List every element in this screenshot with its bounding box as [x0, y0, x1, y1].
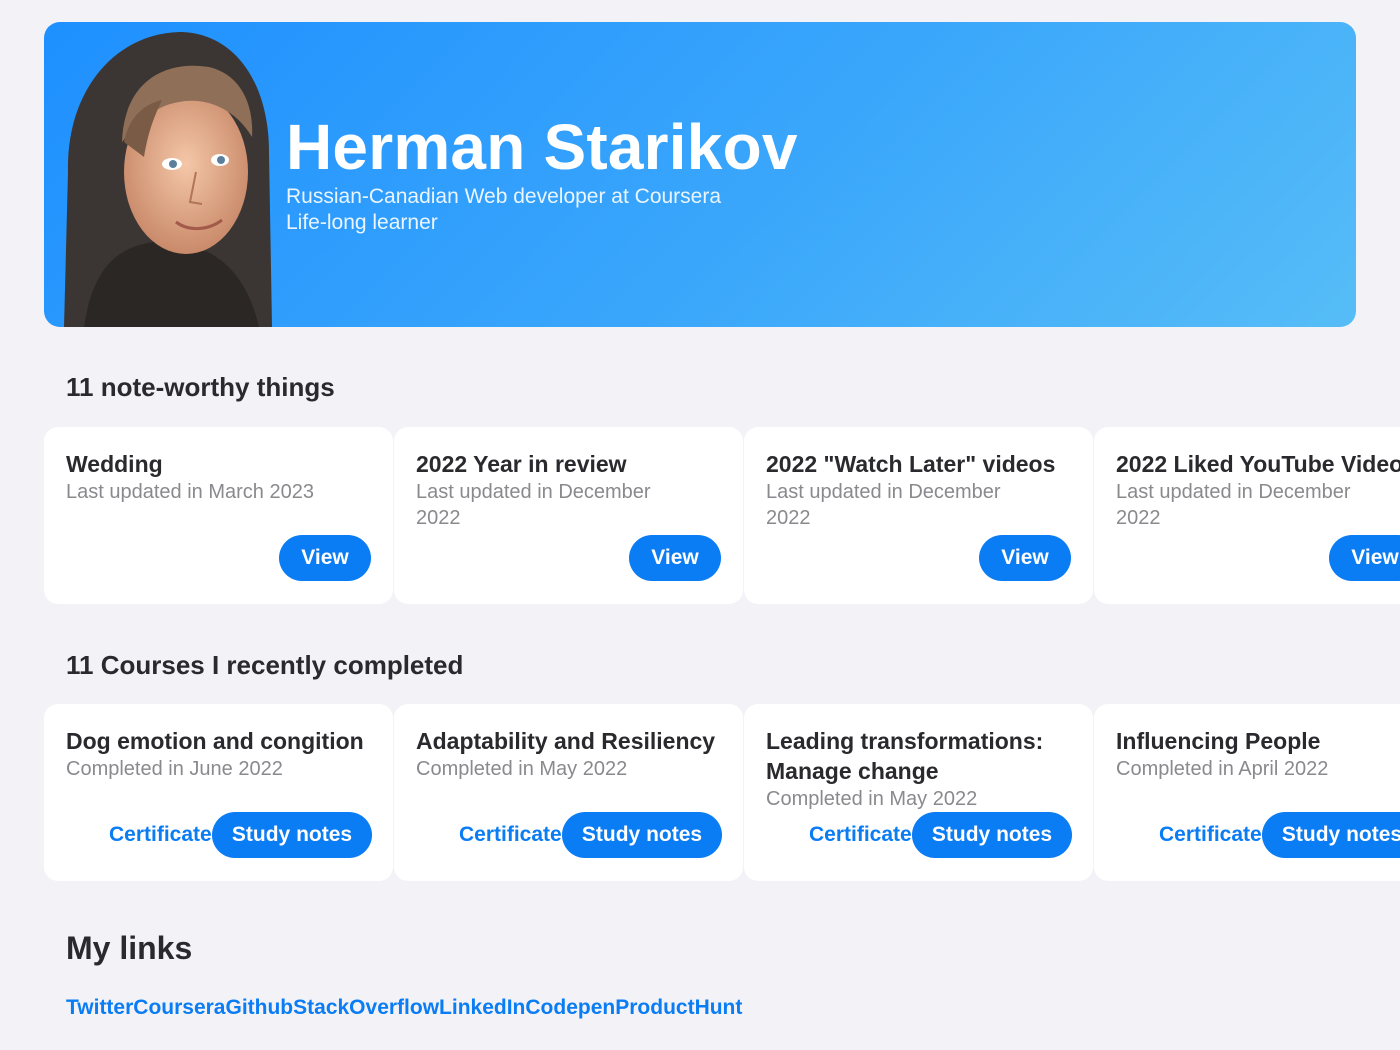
courses-heading: 11 Courses I recently completed	[66, 650, 464, 680]
view-button[interactable]: View	[1329, 535, 1400, 581]
study-notes-button[interactable]: Study notes	[562, 812, 722, 858]
link-linkedin[interactable]: LinkedIn	[439, 996, 525, 1019]
courses-carousel[interactable]: Dog emotion and congition Completed in J…	[44, 704, 1400, 882]
noteworthy-card: 2022 Liked YouTube Videos Last updated i…	[1094, 427, 1400, 604]
card-updated: Last updated in December 2022	[766, 481, 1001, 529]
card-updated: Last updated in December 2022	[416, 481, 651, 529]
view-button[interactable]: View	[979, 535, 1071, 581]
view-button[interactable]: View	[629, 535, 721, 581]
profile-name: Herman Starikov	[286, 111, 798, 183]
course-card: Adaptability and Resiliency Completed in…	[394, 704, 743, 881]
link-stackoverflow[interactable]: StackOverflow	[293, 996, 439, 1019]
view-button[interactable]: View	[279, 535, 371, 581]
profile-subtitle: Life-long learner	[286, 211, 438, 234]
links-heading: My links	[66, 930, 193, 966]
course-card: Dog emotion and congition Completed in J…	[44, 704, 393, 881]
noteworthy-carousel[interactable]: Wedding Last updated in March 2023 View …	[44, 427, 1400, 605]
course-title: Adaptability and Resiliency	[416, 728, 716, 754]
course-completed: Completed in May 2022	[766, 788, 978, 810]
certificate-link[interactable]: Certificate	[1159, 812, 1262, 858]
avatar-photo	[64, 32, 272, 327]
link-codepen[interactable]: Codepen	[525, 996, 615, 1019]
course-title: Leading transformations: Manage change	[766, 728, 1044, 784]
certificate-link[interactable]: Certificate	[809, 812, 912, 858]
course-completed: Completed in May 2022	[416, 758, 628, 780]
course-completed: Completed in June 2022	[66, 758, 283, 780]
course-completed: Completed in April 2022	[1116, 758, 1329, 780]
profile-header: Herman Starikov Russian-Canadian Web dev…	[44, 22, 1356, 327]
card-title: 2022 Year in review	[416, 451, 627, 477]
course-card: Leading transformations: Manage change C…	[744, 704, 1093, 881]
profile-info: Herman Starikov Russian-Canadian Web dev…	[286, 110, 798, 236]
profile-tagline: Russian-Canadian Web developer at Course…	[286, 185, 722, 208]
card-title: 2022 "Watch Later" videos	[766, 451, 1056, 477]
certificate-link[interactable]: Certificate	[109, 812, 212, 858]
noteworthy-heading: 11 note-worthy things	[66, 372, 335, 402]
study-notes-button[interactable]: Study notes	[1262, 812, 1400, 858]
course-title: Dog emotion and congition	[66, 728, 364, 754]
card-updated: Last updated in December 2022	[1116, 481, 1351, 529]
avatar	[44, 22, 279, 327]
card-updated: Last updated in March 2023	[66, 481, 314, 503]
link-twitter[interactable]: Twitter	[66, 996, 133, 1019]
link-github[interactable]: Github	[225, 996, 293, 1019]
certificate-link[interactable]: Certificate	[459, 812, 562, 858]
noteworthy-card: 2022 Year in review Last updated in Dece…	[394, 427, 743, 604]
link-producthunt[interactable]: ProductHunt	[615, 996, 742, 1019]
study-notes-button[interactable]: Study notes	[912, 812, 1072, 858]
card-title: Wedding	[66, 451, 163, 477]
course-card: Influencing People Completed in April 20…	[1094, 704, 1400, 881]
study-notes-button[interactable]: Study notes	[212, 812, 372, 858]
course-title: Influencing People	[1116, 728, 1321, 754]
links-list: TwitterCourseraGithubStackOverflowLinked…	[66, 996, 742, 1020]
noteworthy-card: Wedding Last updated in March 2023 View	[44, 427, 393, 604]
link-coursera[interactable]: Coursera	[133, 996, 225, 1019]
card-title: 2022 Liked YouTube Videos	[1116, 451, 1400, 477]
noteworthy-card: 2022 "Watch Later" videos Last updated i…	[744, 427, 1093, 604]
